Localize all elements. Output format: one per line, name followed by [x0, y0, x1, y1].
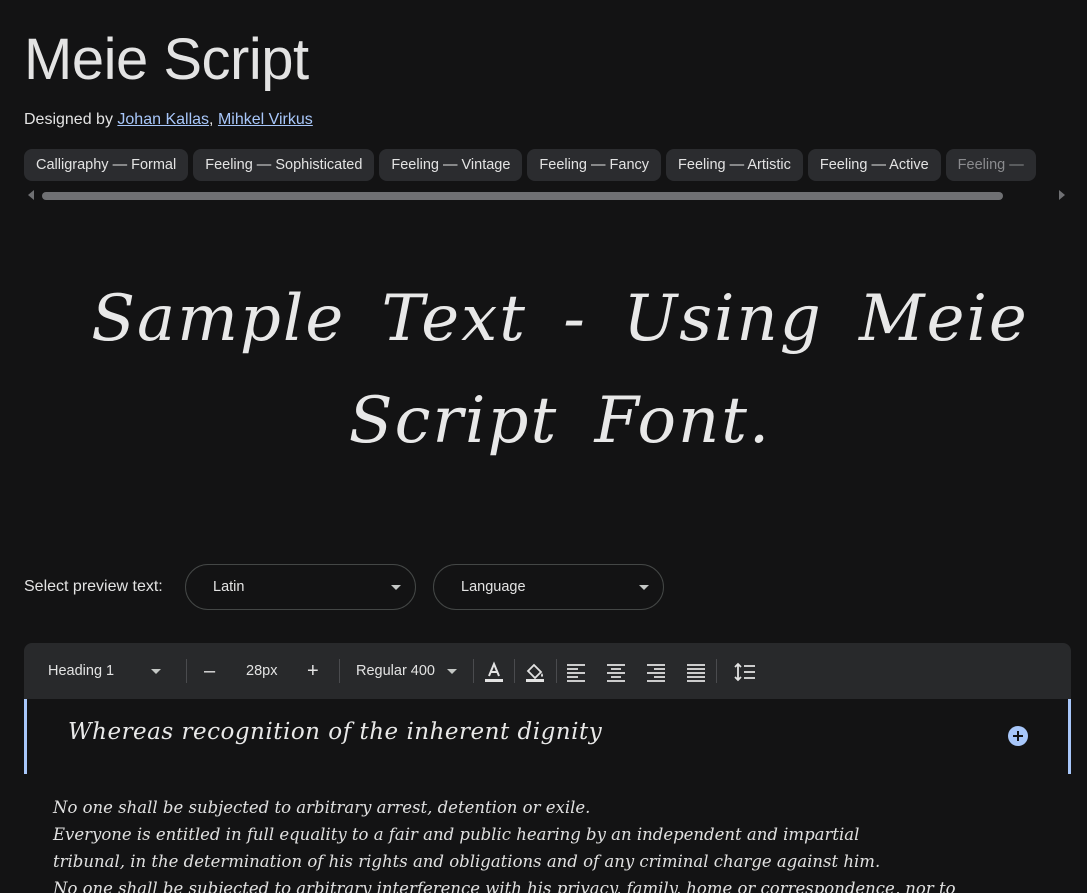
tag-chip[interactable]: Feeling — Active — [807, 149, 941, 181]
editor-heading-text[interactable]: Whereas recognition of the inherent dign… — [68, 719, 602, 745]
editor-body-text[interactable]: No one shall be subjected to arbitrary a… — [53, 794, 1053, 893]
editor-heading-row[interactable]: Whereas recognition of the inherent dign… — [24, 699, 1071, 774]
designer-credits: Designed by Johan Kallas, Mihkel Virkus — [24, 111, 313, 129]
toolbar-divider — [556, 659, 557, 683]
text-color-icon[interactable] — [481, 659, 507, 685]
scroll-right-arrow-icon[interactable] — [1059, 190, 1065, 200]
hero-line-2: Script Font. — [348, 384, 772, 458]
font-weight-value: Regular 400 — [356, 663, 435, 679]
highlight-color-icon[interactable] — [522, 659, 548, 685]
font-title: Meie Script — [24, 27, 309, 92]
line-height-icon[interactable] — [732, 659, 758, 685]
chevron-down-icon — [151, 669, 161, 674]
body-text-line: No one shall be subjected to arbitrary a… — [53, 798, 591, 817]
tag-chip-list: Calligraphy — Formal Feeling — Sophistica… — [24, 149, 1087, 182]
chevron-down-icon — [639, 585, 649, 590]
preview-text-label: Select preview text: — [24, 578, 163, 595]
language-select[interactable]: Language — [433, 564, 664, 610]
increase-size-button[interactable]: + — [307, 643, 323, 699]
tag-chip[interactable]: Feeling — Artistic — [666, 149, 803, 181]
horizontal-scrollbar-thumb[interactable] — [42, 192, 1003, 200]
editor-toolbar: Heading 1 – 28px + Regular 400 — [24, 643, 1071, 699]
align-center-icon[interactable] — [603, 659, 629, 685]
body-text-line: tribunal, in the determination of his ri… — [53, 852, 881, 871]
font-specimen-page: Meie Script Designed by Johan Kallas, Mi… — [0, 0, 1087, 893]
decrease-size-button[interactable]: – — [204, 643, 218, 699]
chevron-down-icon — [391, 585, 401, 590]
align-left-icon[interactable] — [563, 659, 589, 685]
designed-by-label: Designed by — [24, 111, 113, 128]
designer-separator: , — [209, 111, 214, 128]
language-select-value: Language — [461, 579, 526, 595]
toolbar-divider — [186, 659, 187, 683]
tag-chip[interactable]: Feeling — Vintage — [379, 149, 523, 181]
script-select[interactable]: Latin — [185, 564, 416, 610]
toolbar-divider — [473, 659, 474, 683]
add-block-icon[interactable] — [1008, 726, 1028, 746]
tag-chip[interactable]: Feeling — Sophisticated — [193, 149, 375, 181]
chevron-down-icon — [447, 669, 457, 674]
font-size-value[interactable]: 28px — [246, 643, 277, 699]
tag-chip[interactable]: Feeling — — [945, 149, 1036, 181]
body-text-line: No one shall be subjected to arbitrary i… — [53, 879, 956, 893]
text-style-value: Heading 1 — [48, 663, 115, 679]
focus-indicator-right — [1068, 699, 1071, 774]
toolbar-divider — [339, 659, 340, 683]
focus-indicator-left — [24, 699, 27, 774]
script-select-value: Latin — [213, 579, 245, 595]
toolbar-divider — [514, 659, 515, 683]
font-weight-dropdown[interactable]: Regular 400 — [356, 643, 461, 699]
hero-line-1: Sample Text - Using Meie — [91, 282, 1029, 356]
scroll-left-arrow-icon[interactable] — [28, 190, 34, 200]
tag-chip[interactable]: Feeling — Fancy — [527, 149, 662, 181]
align-right-icon[interactable] — [643, 659, 669, 685]
body-text-line: Everyone is entitled in full equality to… — [53, 825, 860, 844]
align-justify-icon[interactable] — [683, 659, 709, 685]
designer-link-mihkel-virkus[interactable]: Mihkel Virkus — [218, 111, 313, 128]
designer-link-johan-kallas[interactable]: Johan Kallas — [117, 111, 209, 128]
tag-chip[interactable]: Calligraphy — Formal — [24, 149, 189, 181]
hero-sample-text: Sample Text - Using Meie Script Font. — [50, 268, 1070, 472]
toolbar-divider — [716, 659, 717, 683]
